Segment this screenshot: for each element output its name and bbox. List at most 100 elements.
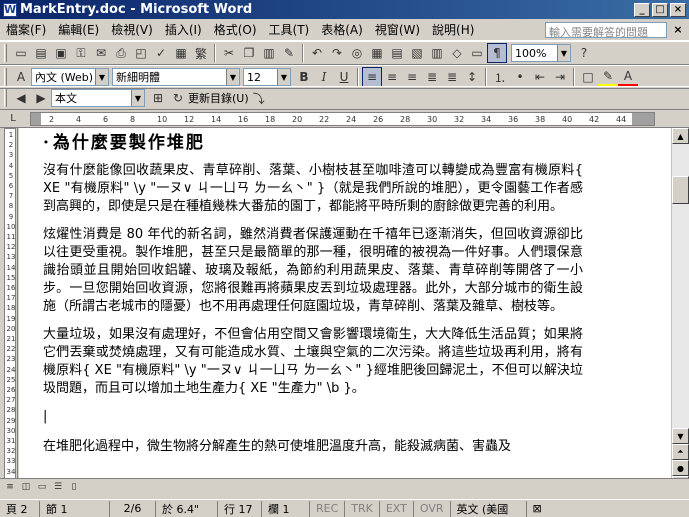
document-page[interactable]: · 為什麼要製作堆肥 沒有什麼能像回收蔬果皮、青草碎削、落葉、小樹枝甚至咖啡渣可以… [19, 128, 671, 493]
empty-paragraph[interactable]: | [43, 408, 583, 426]
menu-view[interactable]: 檢視(V) [105, 21, 159, 38]
outside-border-icon[interactable]: □ [578, 67, 598, 87]
menu-tools[interactable]: 工具(T) [263, 21, 316, 38]
word-app-icon[interactable]: W [3, 2, 17, 17]
menu-format[interactable]: 格式(O) [208, 21, 263, 38]
web-layout-icon[interactable]: ◫ [18, 479, 34, 494]
drawing-icon[interactable]: ◇ [447, 43, 467, 63]
align-center-icon[interactable]: ≡ [382, 67, 402, 87]
promote-icon[interactable]: ◀ [11, 88, 31, 108]
scroll-down-button[interactable]: ▼ [672, 428, 689, 444]
paragraph-4[interactable]: 在堆肥化過程中，微生物將分解產生的熱可使堆肥溫度升高，能殺滅病菌、害蟲及 [43, 438, 583, 456]
select-browse-object-button[interactable]: ● [672, 460, 689, 476]
show-hide-icon[interactable]: ¶ [487, 43, 507, 63]
font-color-icon[interactable]: A [618, 67, 638, 87]
demote-icon[interactable]: ▶ [31, 88, 51, 108]
status-trk[interactable]: TRK [345, 500, 380, 517]
status-rec[interactable]: REC [310, 500, 346, 517]
chevron-down-icon[interactable]: ▼ [226, 69, 239, 85]
toolbar-grip[interactable] [4, 89, 7, 107]
status-language[interactable]: 英文 (美國 [451, 500, 527, 517]
hyperlink-icon[interactable]: ◎ [347, 43, 367, 63]
zoom-select[interactable]: 100% ▼ [511, 44, 571, 62]
status-ext[interactable]: EXT [380, 500, 414, 517]
columns-icon[interactable]: ▥ [427, 43, 447, 63]
status-ovr[interactable]: OVR [414, 500, 451, 517]
reading-layout-icon[interactable]: ▯ [66, 479, 82, 494]
paragraph-2[interactable]: 炫燿性消費是 80 年代的新名詞，雖然消費者保護運動在千禧年已逐漸消失，但回收資… [43, 226, 583, 316]
underline-button[interactable]: U [334, 67, 354, 87]
print-preview-icon[interactable]: ◰ [131, 43, 151, 63]
normal-view-icon[interactable]: ≡ [2, 479, 18, 494]
email-icon[interactable]: ✉ [91, 43, 111, 63]
insert-table-icon[interactable]: ▤ [387, 43, 407, 63]
toc-icon[interactable]: ⊞ [148, 88, 168, 108]
chevron-down-icon[interactable]: ▼ [557, 45, 570, 61]
document-map-icon[interactable]: ▭ [467, 43, 487, 63]
paragraph-1[interactable]: 沒有什麼能像回收蔬果皮、青草碎削、落葉、小樹枝甚至咖啡渣可以轉變成為豐富有機原料… [43, 162, 583, 216]
document-heading[interactable]: · 為什麼要製作堆肥 [43, 134, 583, 152]
redo-icon[interactable]: ↷ [327, 43, 347, 63]
spelling-icon[interactable]: ✓ [151, 43, 171, 63]
font-select[interactable]: 新細明體 ▼ [112, 68, 240, 86]
toolbar-grip[interactable] [4, 44, 7, 62]
save-icon[interactable]: ▣ [51, 43, 71, 63]
goto-toc-icon[interactable]: ⤵ [249, 88, 269, 108]
close-button[interactable]: × [670, 2, 686, 17]
open-folder-icon[interactable]: ▤ [31, 43, 51, 63]
distributed-icon[interactable]: ≣ [442, 67, 462, 87]
undo-icon[interactable]: ↶ [307, 43, 327, 63]
new-document-icon[interactable]: ▭ [11, 43, 31, 63]
italic-button[interactable]: I [314, 67, 334, 87]
horizontal-ruler[interactable]: L 2 4 6 8 10 12 14 16 18 20 22 24 26 28 30 32 34 36 38 40 42… [0, 110, 689, 128]
styles-formatting-icon[interactable]: A [11, 67, 31, 87]
minimize-button[interactable]: _ [634, 2, 650, 17]
menu-help[interactable]: 說明(H) [426, 21, 480, 38]
menu-insert[interactable]: 插入(I) [159, 21, 208, 38]
style-select[interactable]: 內文 (Web) ▼ [31, 68, 109, 86]
copy-icon[interactable]: ❐ [239, 43, 259, 63]
spelling-status-icon[interactable]: ⊠ [527, 501, 548, 517]
chevron-down-icon[interactable]: ▼ [277, 69, 290, 85]
maximize-button[interactable]: □ [652, 2, 668, 17]
tables-borders-icon[interactable]: ▦ [367, 43, 387, 63]
tab-selector-icon[interactable]: L [4, 110, 22, 127]
paste-icon[interactable]: ▥ [259, 43, 279, 63]
line-spacing-icon[interactable]: ↕ [462, 67, 482, 87]
outline-level-select[interactable]: 本文 ▼ [51, 89, 145, 107]
translate-icon[interactable]: 繁 [191, 43, 211, 63]
vertical-scrollbar[interactable]: ▲ ▼ ⏶ ● ⏷ [671, 128, 689, 493]
menu-window[interactable]: 視窗(W) [369, 21, 426, 38]
align-right-icon[interactable]: ≡ [402, 67, 422, 87]
document-close-icon[interactable]: × [671, 23, 685, 37]
format-painter-icon[interactable]: ✎ [279, 43, 299, 63]
decrease-indent-icon[interactable]: ⇤ [530, 67, 550, 87]
document-body[interactable]: · 為什麼要製作堆肥 沒有什麼能像回收蔬果皮、青草碎削、落葉、小樹枝甚至咖啡渣可以… [43, 134, 583, 466]
previous-page-button[interactable]: ⏶ [672, 444, 689, 460]
outline-view-icon[interactable]: ☰ [50, 479, 66, 494]
align-left-icon[interactable]: ≡ [362, 67, 382, 87]
justify-icon[interactable]: ≣ [422, 67, 442, 87]
chevron-down-icon[interactable]: ▼ [95, 69, 108, 85]
numbering-icon[interactable]: ⒈ [490, 67, 510, 87]
scroll-up-button[interactable]: ▲ [672, 128, 689, 144]
menu-file[interactable]: 檔案(F) [0, 21, 52, 38]
research-icon[interactable]: ▦ [171, 43, 191, 63]
menu-edit[interactable]: 編輯(E) [52, 21, 105, 38]
update-toc-button[interactable]: 更新目錄(U) [188, 90, 249, 106]
cut-icon[interactable]: ✂ [219, 43, 239, 63]
permission-icon[interactable]: ⚿ [71, 43, 91, 63]
horizontal-scrollbar[interactable]: ≡ ◫ ▭ ☰ ▯ [0, 478, 689, 494]
print-icon[interactable]: ⎙ [111, 43, 131, 63]
ask-question-input[interactable]: 輸入需要解答的問題 [545, 21, 667, 38]
print-layout-icon[interactable]: ▭ [34, 479, 50, 494]
bullets-icon[interactable]: • [510, 67, 530, 87]
help-icon[interactable]: ? [574, 43, 594, 63]
toolbar-grip[interactable] [4, 68, 7, 86]
scroll-thumb[interactable] [672, 176, 689, 204]
insert-excel-icon[interactable]: ▧ [407, 43, 427, 63]
highlight-icon[interactable]: ✎ [598, 67, 618, 87]
font-size-select[interactable]: 12 ▼ [243, 68, 291, 86]
bold-button[interactable]: B [294, 67, 314, 87]
paragraph-3[interactable]: 大量垃圾，如果沒有處理好，不但會佔用空間又會影響環境衛生，大大降低生活品質；如果… [43, 326, 583, 398]
